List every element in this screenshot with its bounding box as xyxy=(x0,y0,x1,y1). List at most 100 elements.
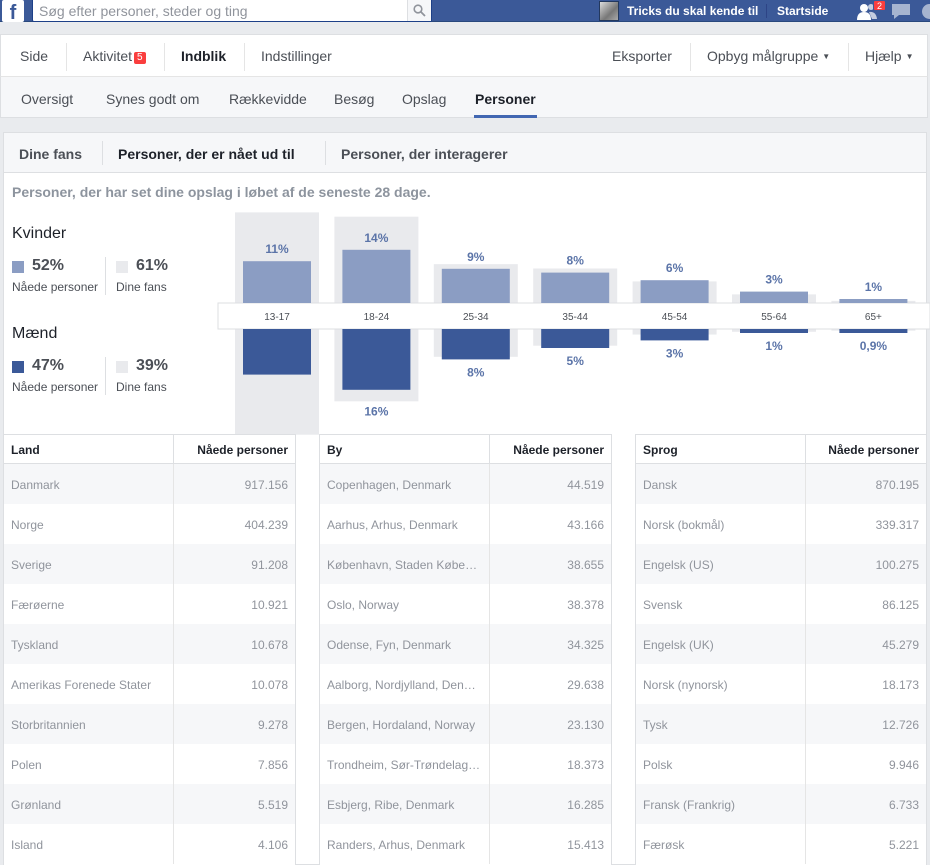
women-data-label: 6% xyxy=(666,261,684,275)
divider xyxy=(173,544,174,584)
divider xyxy=(173,784,174,824)
divider xyxy=(489,744,490,784)
women-fans-pct: 61% xyxy=(136,257,169,274)
divider xyxy=(173,435,174,465)
age-tick-label: 13-17 xyxy=(264,312,290,323)
divider xyxy=(805,624,806,664)
user-avatar[interactable] xyxy=(599,1,619,21)
tab-oversigt[interactable]: Oversigt xyxy=(21,91,73,107)
row-value: 9.946 xyxy=(888,758,919,772)
divider xyxy=(805,704,806,744)
reach-description: Personer, der har set dine opslag i løbe… xyxy=(12,184,431,200)
facebook-logo[interactable]: f xyxy=(2,0,24,22)
men-title: Mænd xyxy=(12,325,58,342)
divider xyxy=(489,504,490,544)
row-value: 100.275 xyxy=(875,558,919,572)
table-row: Svensk 86.125 xyxy=(635,584,927,624)
tab-raekkevidde[interactable]: Rækkevidde xyxy=(229,91,307,107)
column-header-city[interactable]: By xyxy=(327,443,342,457)
column-header-country[interactable]: Land xyxy=(11,443,40,457)
table-row: Norge 404.239 xyxy=(3,504,296,544)
table-header: By Nåede personer xyxy=(319,434,612,465)
row-value: 16.285 xyxy=(567,798,604,812)
tab-synes-godt-om[interactable]: Synes godt om xyxy=(106,91,199,107)
divider xyxy=(102,141,103,165)
row-name: Engelsk (UK) xyxy=(643,638,714,652)
table-row: København, Staden København 38.655 xyxy=(319,544,612,584)
tab-besoeg[interactable]: Besøg xyxy=(334,91,374,107)
column-header-reached[interactable]: Nåede personer xyxy=(197,443,288,457)
notifications-icon[interactable] xyxy=(921,3,930,20)
divider xyxy=(489,544,490,584)
tab-people-reached[interactable]: Personer, der er nået ud til xyxy=(118,146,295,162)
row-name: Svensk xyxy=(643,598,683,612)
home-link[interactable]: Startside xyxy=(777,4,828,18)
divider xyxy=(173,824,174,864)
row-name: Tyskland xyxy=(11,638,59,652)
nav-side[interactable]: Side xyxy=(20,48,48,64)
row-name: Norsk (bokmål) xyxy=(643,518,725,532)
tab-dine-fans[interactable]: Dine fans xyxy=(19,146,82,162)
age-tick-label: 25-34 xyxy=(463,312,489,323)
row-name: Færøerne xyxy=(11,598,65,612)
women-bar xyxy=(541,272,610,303)
nav-indstillinger[interactable]: Indstillinger xyxy=(261,48,332,64)
row-value: 339.317 xyxy=(875,518,919,532)
tab-opslag[interactable]: Opslag xyxy=(402,91,446,107)
tab-personer[interactable]: Personer xyxy=(475,91,536,107)
row-value: 18.373 xyxy=(567,758,604,772)
men-data-label: 1% xyxy=(765,339,783,353)
nav-indblik[interactable]: Indblik xyxy=(181,48,226,64)
column-header-reached[interactable]: Nåede personer xyxy=(513,443,604,457)
table-row: Copenhagen, Denmark 44.519 xyxy=(319,464,612,504)
table-row: Oslo, Norway 38.378 xyxy=(319,584,612,624)
search-button[interactable] xyxy=(407,0,431,21)
men-bar xyxy=(441,329,510,360)
women-bar xyxy=(640,280,709,303)
city-table-body: Copenhagen, Denmark 44.519 Aarhus, Arhus, … xyxy=(319,464,612,864)
language-table-body: Dansk 870.195 Norsk (bokmål) 339.317 Engelsk… xyxy=(635,464,927,864)
row-name: Sverige xyxy=(11,558,52,572)
women-fans-swatch xyxy=(116,261,128,273)
men-reached-label: Nåede personer xyxy=(12,380,99,394)
search-input[interactable] xyxy=(39,2,399,20)
men-data-label: 16% xyxy=(364,404,388,418)
insights-subnav: Oversigt Synes godt om Rækkevidde Besøg … xyxy=(0,76,928,118)
language-table: Sprog Nåede personer Dansk 870.195 Norsk (… xyxy=(635,434,927,865)
nav-aktivitet-label: Aktivitet xyxy=(83,48,133,64)
row-value: 5.221 xyxy=(888,838,919,852)
tab-people-engaged[interactable]: Personer, der interagerer xyxy=(341,146,508,162)
women-data-label: 14% xyxy=(364,231,388,245)
women-reached-label: Nåede personer xyxy=(12,280,99,294)
divider xyxy=(766,4,767,18)
row-value: 10.078 xyxy=(251,678,288,692)
table-row: Grønland 5.519 xyxy=(3,784,296,824)
search-icon xyxy=(413,4,426,17)
divider xyxy=(805,664,806,704)
column-header-language[interactable]: Sprog xyxy=(643,443,678,457)
help-label: Hjælp xyxy=(865,48,902,64)
divider xyxy=(244,43,245,71)
user-name-link[interactable]: Tricks du skal kende til xyxy=(627,4,758,18)
divider xyxy=(164,43,165,71)
column-header-reached[interactable]: Nåede personer xyxy=(828,443,919,457)
table-row: Polsk 9.946 xyxy=(635,744,927,784)
nav-aktivitet[interactable]: Aktivitet 5 xyxy=(83,48,146,64)
top-bar: f Tricks du skal kende til Startside 2 xyxy=(0,0,930,22)
table-row: Engelsk (UK) 45.279 xyxy=(635,624,927,664)
build-audience-button[interactable]: Opbyg målgruppe ▼ xyxy=(707,48,830,64)
women-title: Kvinder xyxy=(12,225,67,242)
women-data-label: 9% xyxy=(467,250,485,264)
messages-icon[interactable] xyxy=(890,3,912,20)
men-reached-swatch xyxy=(12,361,24,373)
export-button[interactable]: Eksporter xyxy=(612,48,672,64)
table-row: Trondheim, Sør-Trøndelag, Norway 18.373 xyxy=(319,744,612,784)
active-tab-indicator xyxy=(474,115,537,118)
divider xyxy=(690,43,691,71)
help-button[interactable]: Hjælp ▼ xyxy=(865,48,914,64)
table-row: Færøerne 10.921 xyxy=(3,584,296,624)
divider xyxy=(489,624,490,664)
divider xyxy=(66,43,67,71)
divider xyxy=(489,824,490,864)
row-name: Copenhagen, Denmark xyxy=(327,478,452,492)
